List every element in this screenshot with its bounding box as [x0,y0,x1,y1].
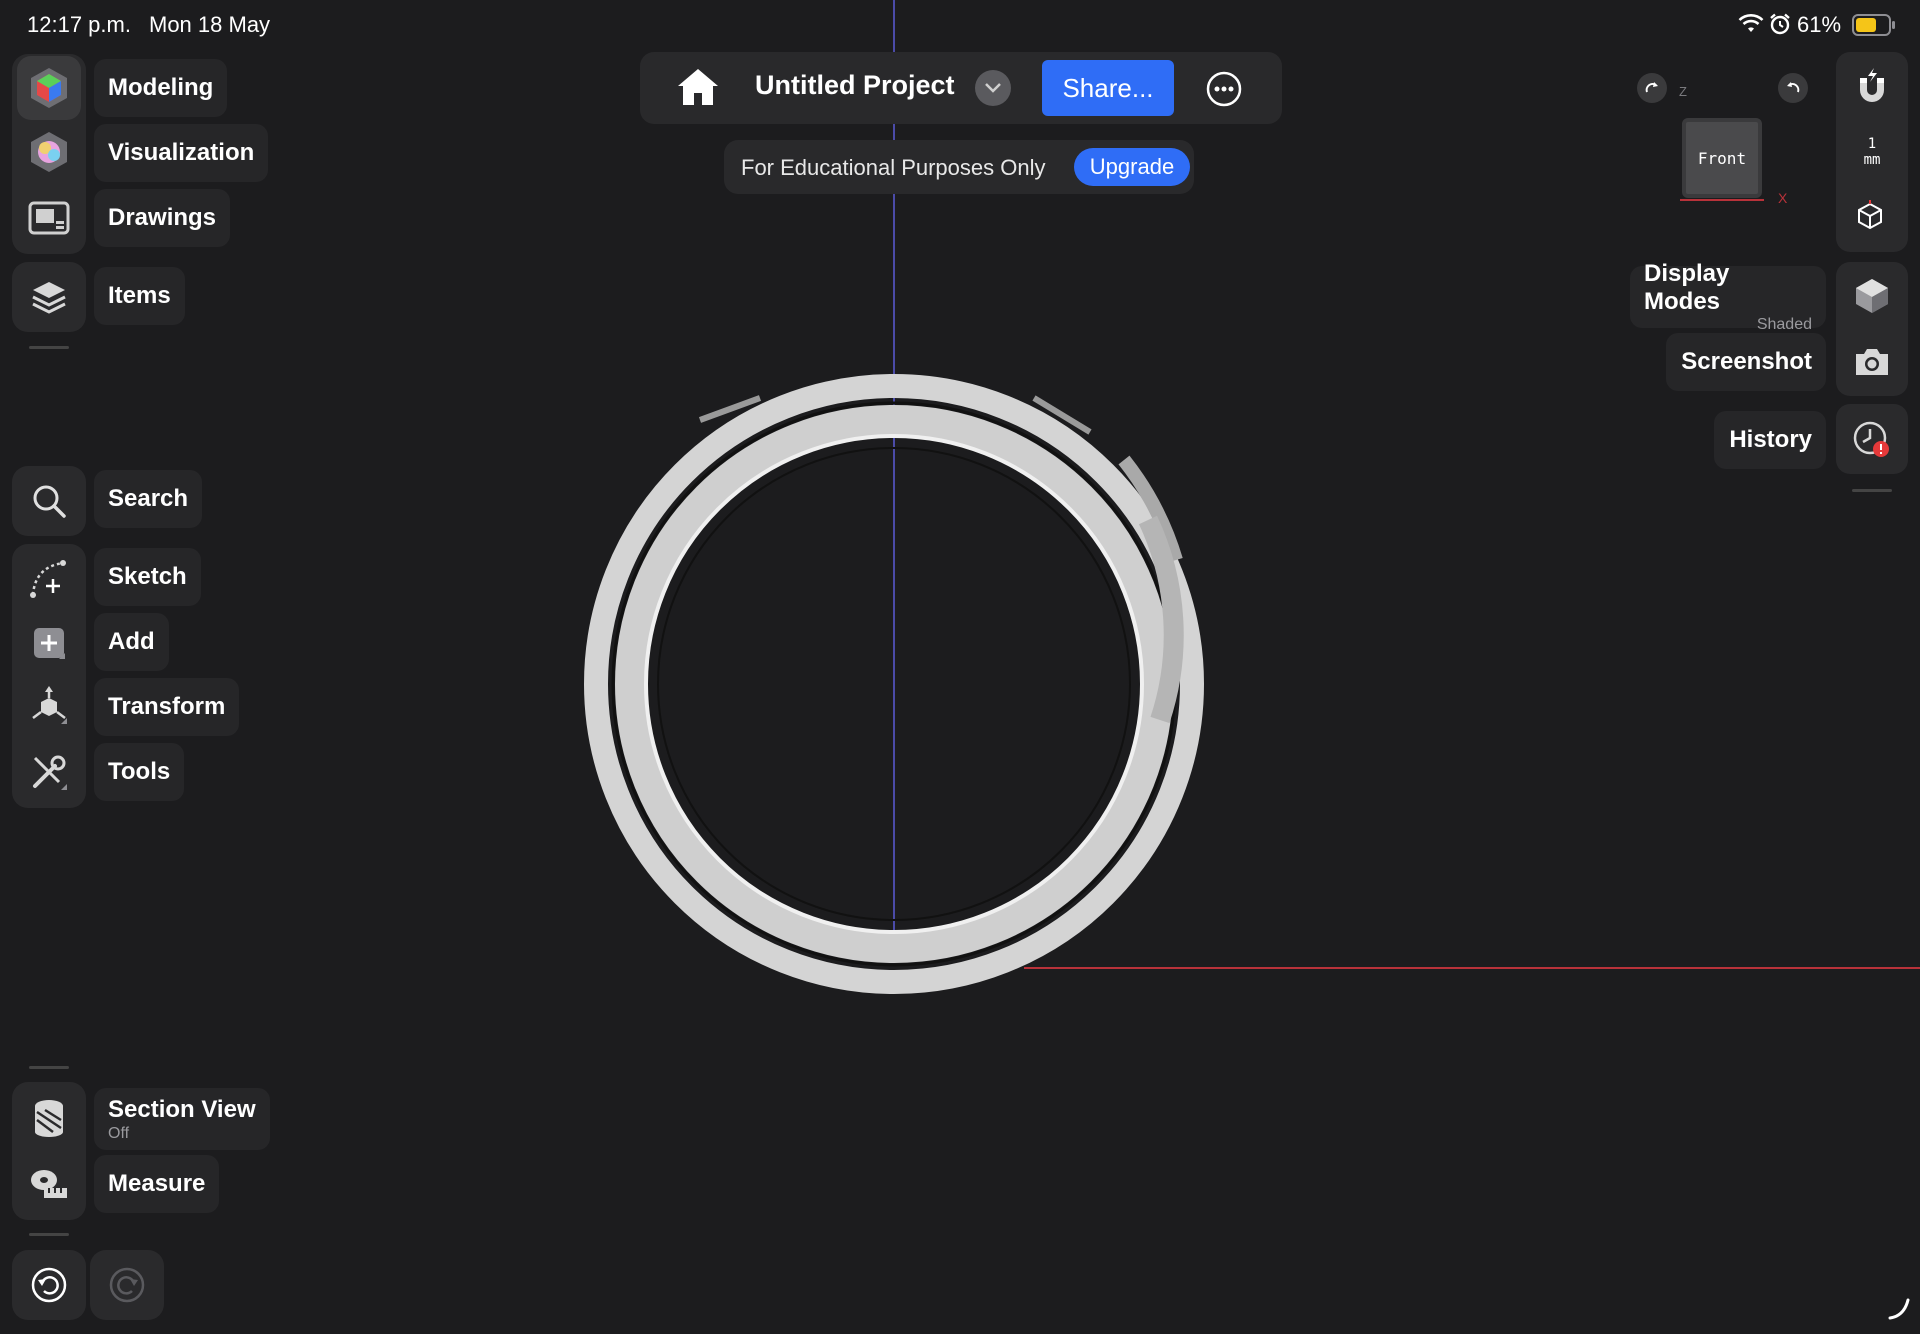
screenshot-label: Screenshot [1681,348,1812,375]
search-label: Search [108,485,189,512]
visualization-icon[interactable] [17,120,81,184]
history-label: History [1729,426,1812,453]
search-button[interactable]: Search [94,470,203,528]
display-modes-label: Display Modes [1644,260,1730,315]
pencil-indicator-icon [1888,1296,1912,1325]
workspace-modeling-label: Modeling [108,74,214,101]
undo-icon[interactable] [17,1253,81,1317]
rotate-view-right-icon[interactable] [1778,73,1808,103]
orientation-cube-icon[interactable] [1855,200,1885,235]
transform-label: Transform [108,693,226,720]
modeling-icon[interactable] [17,56,81,120]
tools-button[interactable]: Tools [94,743,185,801]
measure-icon[interactable] [17,1152,81,1216]
add-button[interactable]: Add [94,613,169,671]
add-icon[interactable] [17,611,81,675]
items-label: Items [108,282,171,309]
screenshot-button[interactable]: Screenshot [1666,333,1826,391]
3d-viewport[interactable] [0,0,1920,1334]
items-button[interactable]: Items [94,267,185,325]
display-modes-button[interactable]: Display Modes Shaded [1630,260,1826,333]
sketch-icon[interactable] [17,547,81,611]
camera-icon[interactable] [1852,346,1892,383]
display-modes-value: Shaded [1756,316,1812,333]
more-options-icon[interactable] [1205,70,1243,113]
drawings-icon[interactable] [17,186,81,250]
chevron-down-icon[interactable] [975,70,1011,106]
home-icon[interactable] [676,66,720,113]
grid-unit[interactable]: 1 mm [1856,136,1888,168]
section-view-state: Off [108,1124,130,1142]
toolbar-divider [29,346,69,349]
toolbar-divider [29,1066,69,1069]
education-notice-text: For Educational Purposes Only [741,155,1046,180]
view-cube-face-label: Front [1697,148,1747,168]
sketch-button[interactable]: Sketch [94,548,201,606]
redo-icon[interactable] [95,1253,159,1317]
view-cube-axis-z: Z [1679,84,1687,99]
section-view-label: Section View [108,1095,256,1123]
project-title[interactable]: Untitled Project [755,70,955,101]
section-view-icon[interactable] [17,1086,81,1150]
panel-divider [1852,489,1892,492]
workspace-drawings-label: Drawings [108,204,217,231]
history-button[interactable]: History [1714,411,1826,469]
sketch-label: Sketch [108,563,187,590]
view-cube[interactable]: Front [1682,118,1762,198]
wrench-icon[interactable] [17,740,81,804]
toolbar-divider [29,1233,69,1236]
workspace-modeling[interactable]: Modeling [94,59,228,117]
workspace-drawings[interactable]: Drawings [94,189,231,247]
measure-button[interactable]: Measure [94,1155,220,1213]
upgrade-button[interactable]: Upgrade [1074,148,1190,186]
grid-unit-label: mm [1863,152,1881,168]
measure-label: Measure [108,1170,206,1197]
tools-label: Tools [108,758,171,785]
rotate-view-left-icon[interactable] [1637,73,1667,103]
magnet-icon[interactable] [1852,68,1892,113]
view-cube-x-axis [1680,199,1764,201]
search-icon[interactable] [17,469,81,533]
section-view-button[interactable]: Section View Off [94,1088,270,1150]
share-button[interactable]: Share... [1042,60,1174,116]
display-mode-cube-icon[interactable] [1852,276,1892,321]
view-cube-axis-x: X [1778,190,1788,206]
add-label: Add [108,628,155,655]
transform-button[interactable]: Transform [94,678,240,736]
layers-icon[interactable] [17,265,81,329]
history-clock-icon[interactable] [1852,420,1892,465]
grid-unit-value: 1 [1867,136,1877,152]
transform-icon[interactable] [17,674,81,738]
workspace-visualization[interactable]: Visualization [94,124,269,182]
workspace-visualization-label: Visualization [108,139,255,166]
project-header [640,52,1282,124]
